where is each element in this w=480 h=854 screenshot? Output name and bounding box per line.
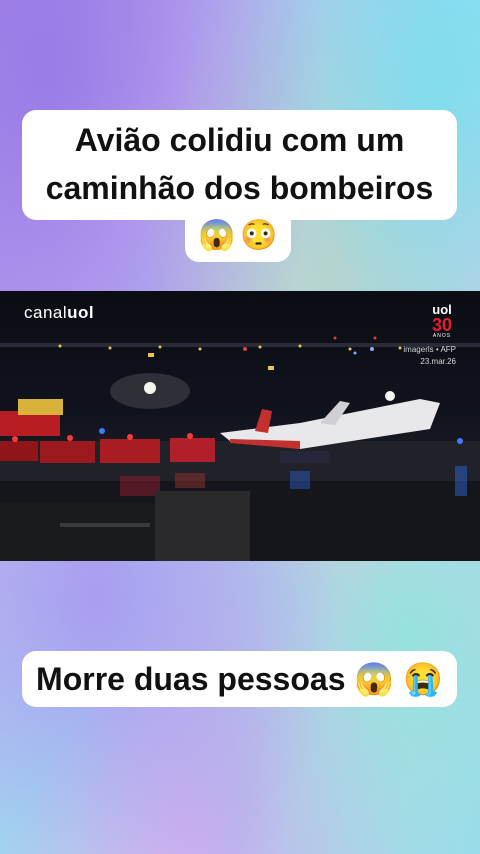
headline-box: Avião colidiu com um caminhão dos bombei… <box>22 110 457 220</box>
caption-box: Morre duas pessoas 😱 😭 <box>22 651 457 707</box>
headline-line-1: Avião colidiu com um <box>74 122 405 158</box>
credit-source: imagerls • AFP <box>403 345 456 354</box>
photo-credit: imagerls • AFP 23.mar.26 <box>403 344 456 368</box>
channel-brand: uol <box>67 303 95 322</box>
flushed-face-emoji: 😳 <box>240 219 278 252</box>
headline-line-2: caminhão dos bombeiros <box>45 170 434 206</box>
news-video-frame[interactable]: canaluol uol 30 ANOS imagerls • AFP 23.m… <box>0 291 480 561</box>
screaming-face-emoji: 😱 <box>198 219 236 252</box>
anniversary-number: 30 <box>431 315 453 335</box>
crying-face-emoji: 😭 <box>403 661 443 697</box>
credit-date: 23.mar.26 <box>420 357 456 366</box>
headline-emoji-box: 😱 😳 <box>185 214 291 262</box>
airport-night-scene <box>0 336 480 561</box>
canal-uol-logo: canaluol <box>24 303 94 323</box>
channel-prefix: canal <box>24 303 68 322</box>
uol-30-anos-logo: uol 30 ANOS <box>428 303 456 340</box>
screaming-face-emoji: 😱 <box>354 661 395 697</box>
caption-text: Morre duas pessoas <box>36 661 346 697</box>
